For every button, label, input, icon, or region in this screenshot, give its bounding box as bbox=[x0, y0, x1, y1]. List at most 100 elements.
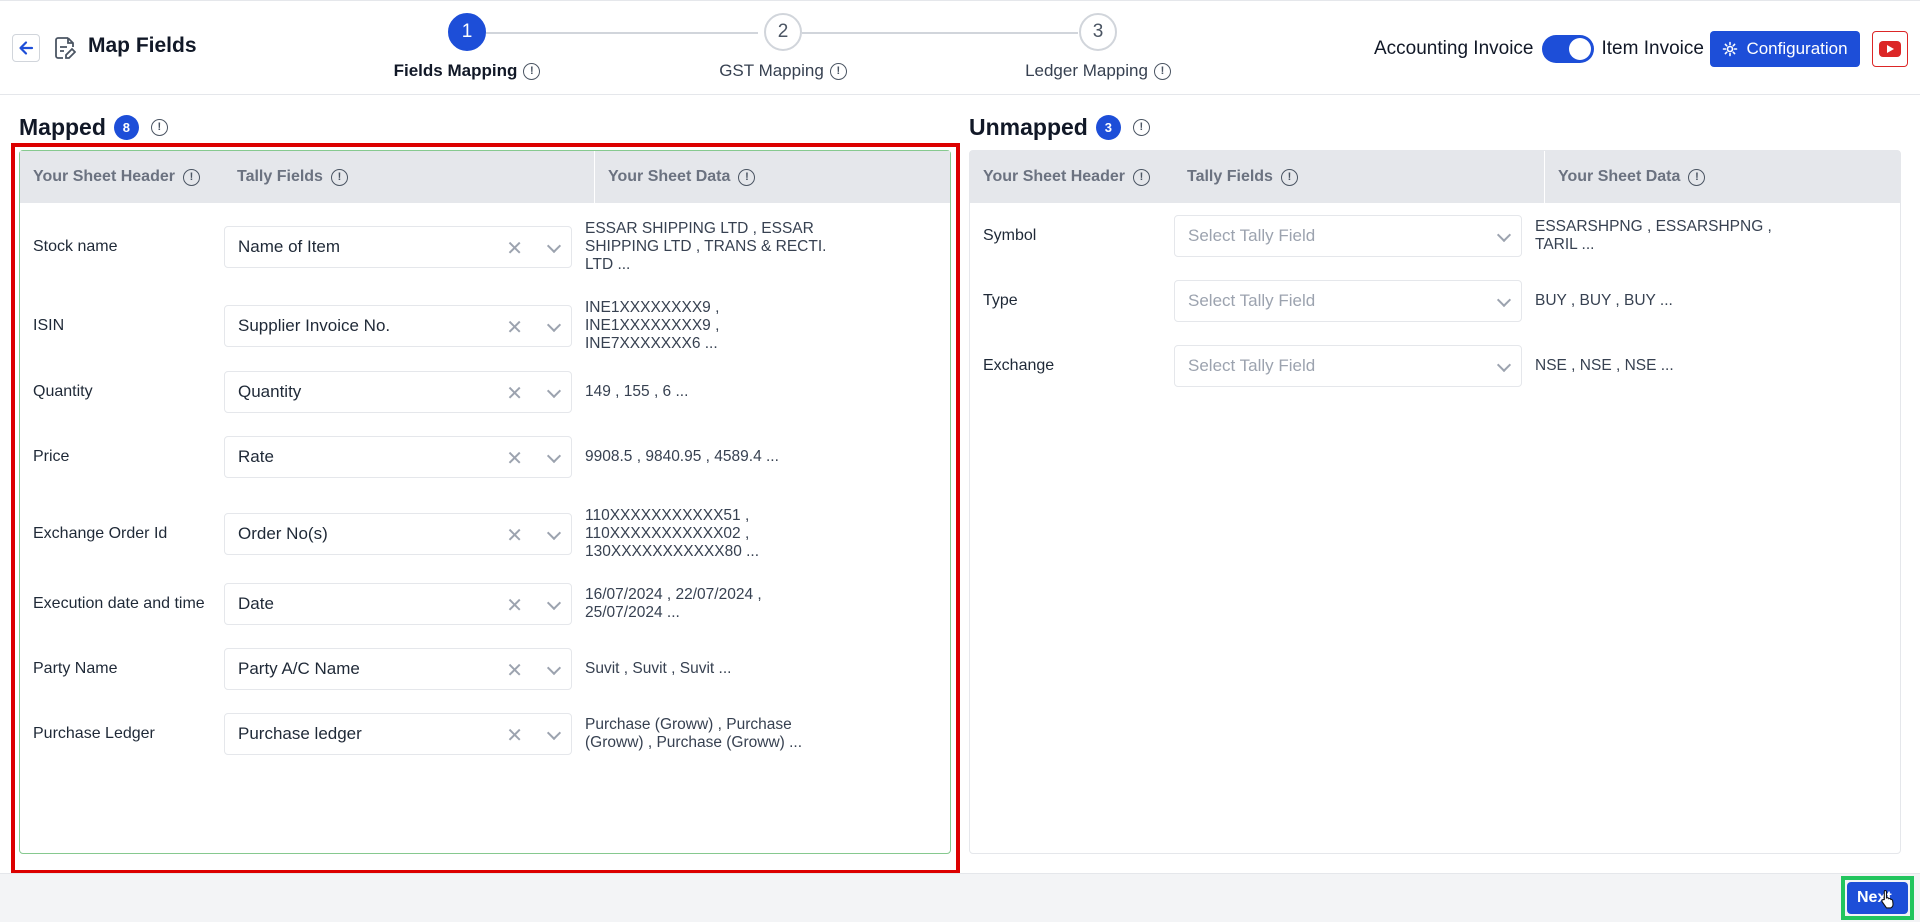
chevron-down-icon[interactable] bbox=[546, 383, 562, 399]
step-gst-mapping[interactable]: 2 GST Mapping ! bbox=[683, 13, 883, 81]
youtube-button[interactable] bbox=[1872, 31, 1908, 67]
chevron-down-icon[interactable] bbox=[546, 448, 562, 464]
select-placeholder: Select Tally Field bbox=[1188, 226, 1316, 245]
tally-field-select[interactable]: Select Tally Field bbox=[1174, 345, 1522, 387]
info-icon[interactable]: ! bbox=[150, 119, 168, 136]
column-label: Tally Fields bbox=[237, 168, 323, 185]
clear-icon[interactable]: ✕ bbox=[506, 381, 523, 406]
table-row: Stock name Name of Item ✕ ESSAR SHIPPING… bbox=[20, 220, 832, 274]
column-header: Your Sheet Data ! bbox=[594, 151, 950, 203]
select-placeholder: Select Tally Field bbox=[1188, 356, 1316, 375]
mapped-title: Mapped bbox=[19, 114, 106, 140]
toggle-right-label: Item Invoice bbox=[1601, 38, 1704, 59]
step-label: Fields Mapping bbox=[393, 61, 518, 80]
step-label: GST Mapping bbox=[719, 61, 824, 80]
document-edit-icon bbox=[55, 37, 76, 59]
info-icon[interactable]: ! bbox=[523, 62, 541, 80]
back-button[interactable] bbox=[12, 34, 40, 62]
tally-field-select[interactable]: Party A/C Name ✕ bbox=[224, 648, 572, 690]
step-ledger-mapping[interactable]: 3 Ledger Mapping ! bbox=[998, 13, 1198, 81]
info-icon[interactable]: ! bbox=[182, 168, 200, 186]
clear-icon[interactable]: ✕ bbox=[506, 658, 523, 683]
chevron-down-icon[interactable] bbox=[546, 317, 562, 333]
chevron-down-icon[interactable] bbox=[546, 595, 562, 611]
tally-field-select[interactable]: Select Tally Field bbox=[1174, 280, 1522, 322]
sheet-header-cell: Execution date and time bbox=[33, 595, 205, 612]
clear-icon[interactable]: ✕ bbox=[506, 593, 523, 618]
sheet-data-cell: 110XXXXXXXXXXX51 , 110XXXXXXXXXXX02 , 13… bbox=[585, 507, 760, 560]
clear-icon[interactable]: ✕ bbox=[506, 446, 523, 471]
table-row: Symbol Select Tally Field ESSARSHPNG , E… bbox=[970, 215, 1782, 257]
info-icon[interactable]: ! bbox=[330, 168, 348, 186]
top-bar: Map Fields 1 Fields Mapping ! 2 GST Mapp… bbox=[0, 0, 1920, 95]
tally-field-select[interactable]: Name of Item ✕ bbox=[224, 226, 572, 268]
column-label: Your Sheet Data bbox=[1558, 168, 1681, 185]
table-row: Purchase Ledger Purchase ledger ✕ Purcha… bbox=[20, 713, 832, 755]
sheet-header-cell: ISIN bbox=[33, 317, 65, 334]
table-row: Party Name Party A/C Name ✕ Suvit , Suvi… bbox=[20, 648, 832, 690]
footer-bar bbox=[0, 873, 1920, 922]
mapped-table: Your Sheet Header ! Tally Fields ! Your … bbox=[19, 150, 951, 854]
tally-field-select[interactable]: Purchase ledger ✕ bbox=[224, 713, 572, 755]
info-icon[interactable]: ! bbox=[1153, 62, 1171, 80]
sheet-header-cell: Type bbox=[983, 292, 1018, 309]
chevron-down-icon[interactable] bbox=[546, 660, 562, 676]
info-icon[interactable]: ! bbox=[829, 62, 847, 80]
select-value: Rate bbox=[238, 447, 274, 466]
table-row: Quantity Quantity ✕ 149 , 155 , 6 ... bbox=[20, 371, 832, 413]
step-fields-mapping[interactable]: 1 Fields Mapping ! bbox=[367, 13, 567, 81]
chevron-down-icon[interactable] bbox=[1496, 292, 1512, 308]
clear-icon[interactable]: ✕ bbox=[506, 523, 523, 548]
info-icon[interactable]: ! bbox=[738, 168, 756, 186]
step-number: 1 bbox=[448, 13, 486, 51]
tally-field-select[interactable]: Rate ✕ bbox=[224, 436, 572, 478]
chevron-down-icon[interactable] bbox=[1496, 227, 1512, 243]
select-placeholder: Select Tally Field bbox=[1188, 291, 1316, 310]
info-icon[interactable]: ! bbox=[1132, 168, 1150, 186]
select-value: Party A/C Name bbox=[238, 659, 360, 678]
chevron-down-icon[interactable] bbox=[546, 525, 562, 541]
next-button[interactable]: Next bbox=[1847, 882, 1908, 914]
info-icon[interactable]: ! bbox=[1280, 168, 1298, 186]
tally-field-select[interactable]: Quantity ✕ bbox=[224, 371, 572, 413]
clear-icon[interactable]: ✕ bbox=[506, 723, 523, 748]
sheet-header-cell: Party Name bbox=[33, 660, 118, 677]
unmapped-section-title: Unmapped 3 ! bbox=[969, 114, 1150, 141]
table-row: ISIN Supplier Invoice No. ✕ INE1XXXXXXXX… bbox=[20, 299, 832, 353]
sheet-data-cell: Purchase (Groww) , Purchase (Groww) , Pu… bbox=[585, 716, 803, 751]
chevron-down-icon[interactable] bbox=[1496, 357, 1512, 373]
tally-field-select[interactable]: Select Tally Field bbox=[1174, 215, 1522, 257]
column-header: Tally Fields ! bbox=[224, 151, 594, 203]
configuration-button[interactable]: Configuration bbox=[1710, 31, 1860, 67]
table-row: Execution date and time Date ✕ 16/07/202… bbox=[20, 583, 832, 625]
chevron-down-icon[interactable] bbox=[546, 725, 562, 741]
clear-icon[interactable]: ✕ bbox=[506, 236, 523, 261]
tally-field-select[interactable]: Date ✕ bbox=[224, 583, 572, 625]
sheet-header-cell: Exchange bbox=[983, 357, 1055, 374]
tally-field-select[interactable]: Supplier Invoice No. ✕ bbox=[224, 305, 572, 347]
invoice-type-toggle[interactable] bbox=[1541, 35, 1594, 63]
select-value: Quantity bbox=[238, 382, 302, 401]
table-row: Price Rate ✕ 9908.5 , 9840.95 , 4589.4 .… bbox=[20, 436, 832, 478]
info-icon[interactable]: ! bbox=[1132, 119, 1150, 136]
table-row: Exchange Order Id Order No(s) ✕ 110XXXXX… bbox=[20, 507, 832, 561]
info-icon[interactable]: ! bbox=[1688, 168, 1706, 186]
youtube-icon bbox=[1879, 41, 1901, 57]
step-number: 3 bbox=[1079, 13, 1117, 51]
select-value: Date bbox=[238, 594, 274, 613]
table-row: Exchange Select Tally Field NSE , NSE , … bbox=[970, 345, 1782, 387]
sheet-header-cell: Exchange Order Id bbox=[33, 525, 168, 542]
chevron-down-icon[interactable] bbox=[546, 238, 562, 254]
sheet-header-cell: Stock name bbox=[33, 238, 118, 255]
clear-icon[interactable]: ✕ bbox=[506, 315, 523, 340]
step-label: Ledger Mapping bbox=[1025, 61, 1148, 80]
mapped-count-badge: 8 bbox=[113, 115, 139, 140]
select-value: Name of Item bbox=[238, 237, 341, 256]
gear-icon bbox=[1723, 41, 1738, 57]
sheet-data-cell: ESSAR SHIPPING LTD , ESSAR SHIPPING LTD … bbox=[585, 220, 827, 273]
tally-field-select[interactable]: Order No(s) ✕ bbox=[224, 513, 572, 555]
configuration-label: Configuration bbox=[1746, 39, 1848, 58]
column-header: Your Sheet Header ! bbox=[970, 151, 1174, 203]
select-value: Order No(s) bbox=[238, 524, 328, 543]
unmapped-count-badge: 3 bbox=[1095, 115, 1121, 140]
